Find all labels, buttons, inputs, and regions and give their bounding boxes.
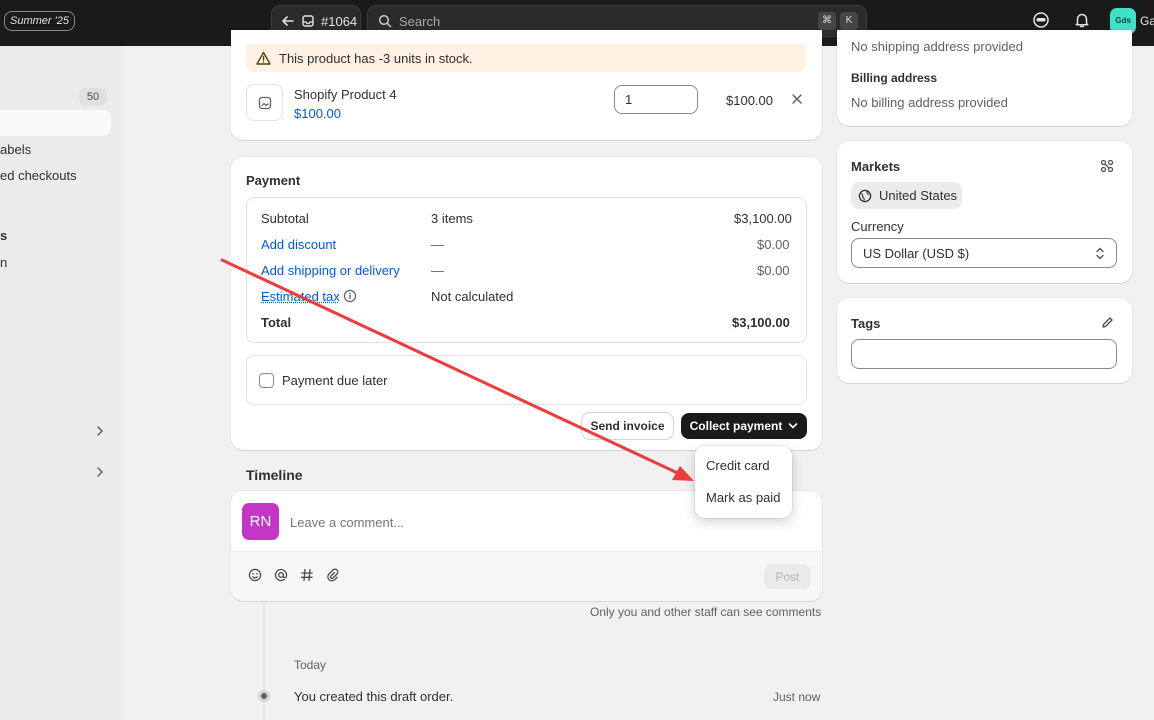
- info-icon[interactable]: [343, 289, 357, 303]
- currency-select[interactable]: US Dollar (USD $): [851, 238, 1117, 268]
- currency-value: US Dollar (USD $): [863, 246, 969, 261]
- select-chevron-icon: [1095, 247, 1105, 260]
- estimated-tax-link[interactable]: Estimated tax: [261, 289, 340, 304]
- currency-label: Currency: [851, 219, 904, 234]
- shortcut-k-key: K: [840, 12, 858, 30]
- image-placeholder-icon: [258, 96, 272, 110]
- chevron-right-icon[interactable]: [95, 466, 105, 478]
- order-number: #1064: [321, 14, 357, 29]
- sidebar-count-badge: 50: [79, 88, 107, 106]
- collect-payment-button[interactable]: Collect payment: [681, 413, 807, 439]
- payment-due-later-checkbox[interactable]: [259, 373, 274, 388]
- total-amount: $3,100.00: [732, 315, 790, 330]
- sidebar-item-labels[interactable]: abels: [0, 142, 31, 157]
- shipping-amount: $0.00: [757, 263, 790, 278]
- comment-toolbar: [231, 551, 822, 601]
- sidebar-section-heading: s: [0, 228, 7, 243]
- menu-item-credit-card[interactable]: Credit card: [706, 458, 770, 473]
- payment-title: Payment: [246, 173, 300, 188]
- product-thumbnail: [246, 84, 283, 121]
- timeline-event-time: Just now: [773, 690, 820, 704]
- inbox-icon: [301, 14, 315, 28]
- shipping-address-text: No shipping address provided: [851, 39, 1023, 54]
- market-name: United States: [879, 188, 957, 203]
- markets-settings-icon[interactable]: [1100, 159, 1114, 173]
- sidebar-item-abandoned-checkouts[interactable]: ed checkouts: [0, 168, 77, 183]
- close-icon[interactable]: [791, 93, 803, 105]
- add-shipping-link[interactable]: Add shipping or delivery: [261, 263, 400, 278]
- product-unit-price[interactable]: $100.00: [294, 106, 341, 121]
- sidebar-item-active[interactable]: [0, 110, 111, 136]
- chevron-right-icon[interactable]: [95, 425, 105, 437]
- globe-icon: [858, 189, 872, 203]
- markets-title: Markets: [851, 159, 900, 174]
- avatar: RN: [242, 503, 279, 540]
- billing-address-text: No billing address provided: [851, 95, 1008, 110]
- timeline-title: Timeline: [246, 467, 303, 483]
- chevron-down-icon: [788, 422, 798, 430]
- quantity-input[interactable]: [614, 85, 698, 114]
- store-name[interactable]: Ga: [1140, 14, 1154, 28]
- discount-amount: $0.00: [757, 237, 790, 252]
- shipping-detail: —: [431, 263, 444, 278]
- subtotal-items: 3 items: [431, 211, 473, 226]
- market-pill[interactable]: United States: [851, 182, 962, 209]
- hashtag-icon[interactable]: [300, 568, 314, 582]
- discount-detail: —: [431, 237, 444, 252]
- menu-item-mark-as-paid[interactable]: Mark as paid: [706, 490, 780, 505]
- add-discount-link[interactable]: Add discount: [261, 237, 336, 252]
- post-button[interactable]: Post: [764, 564, 811, 589]
- sidebar-item[interactable]: n: [0, 255, 7, 270]
- tags-title: Tags: [851, 316, 880, 331]
- emoji-icon[interactable]: [248, 568, 262, 582]
- stock-warning-banner: This product has -3 units in stock.: [246, 44, 806, 72]
- total-label: Total: [261, 315, 291, 330]
- billing-address-title: Billing address: [851, 71, 937, 85]
- stock-warning-text: This product has -3 units in stock.: [279, 51, 473, 66]
- subtotal-amount: $3,100.00: [734, 211, 792, 226]
- send-invoice-button[interactable]: Send invoice: [582, 413, 673, 439]
- line-total: $100.00: [726, 93, 773, 108]
- subtotal-label: Subtotal: [261, 211, 309, 226]
- arrow-left-icon: [281, 14, 295, 28]
- tax-detail: Not calculated: [431, 289, 513, 304]
- shortcut-cmd-key: ⌘: [818, 12, 836, 30]
- timeline-line: [263, 601, 265, 720]
- bell-icon[interactable]: [1073, 11, 1091, 29]
- summer-edition-badge[interactable]: Summer '25: [4, 11, 75, 31]
- attachment-icon[interactable]: [326, 568, 340, 582]
- collect-payment-label: Collect payment: [690, 419, 783, 433]
- payment-due-later-label[interactable]: Payment due later: [282, 373, 388, 388]
- staff-visibility-note: Only you and other staff can see comment…: [590, 605, 821, 619]
- comment-input[interactable]: [290, 512, 670, 532]
- timeline-dot: [258, 690, 270, 702]
- timeline-event-text: You created this draft order.: [294, 689, 453, 704]
- product-name[interactable]: Shopify Product 4: [294, 87, 397, 102]
- mention-icon[interactable]: [274, 568, 288, 582]
- sidekick-icon[interactable]: [1032, 11, 1050, 29]
- collect-payment-menu: Credit card Mark as paid: [695, 446, 792, 518]
- search-icon: [378, 14, 392, 28]
- search-placeholder: Search: [399, 14, 440, 29]
- timeline-day-label: Today: [294, 658, 326, 672]
- warning-icon: [256, 51, 271, 65]
- tags-input[interactable]: [851, 339, 1117, 369]
- pencil-icon[interactable]: [1101, 316, 1114, 329]
